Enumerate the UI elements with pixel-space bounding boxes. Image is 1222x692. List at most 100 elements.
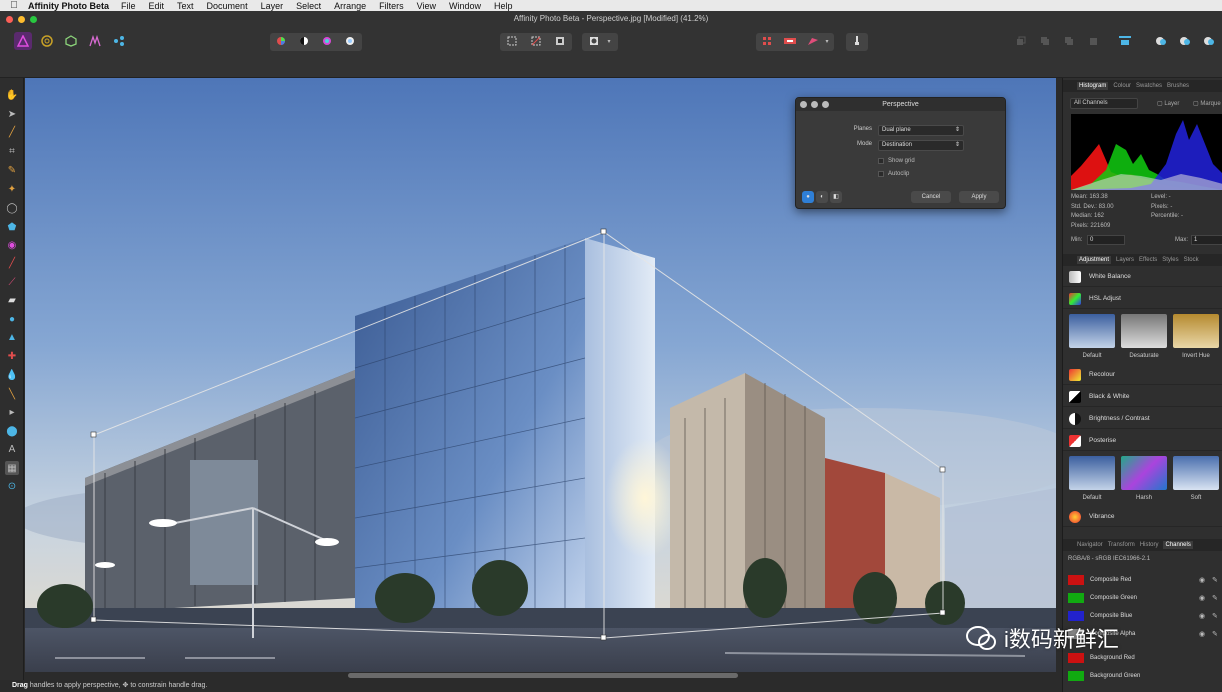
channel-composite-red[interactable]: Composite Red ◉ ✎: [1063, 571, 1222, 589]
pencil-icon[interactable]: ✎: [1212, 612, 1218, 620]
add-icon[interactable]: [1152, 32, 1170, 50]
arrange-front-icon[interactable]: [1084, 32, 1102, 50]
dialog-close-button[interactable]: [800, 101, 807, 108]
quick-mask-icon[interactable]: [585, 32, 603, 50]
adjustment-vibrance[interactable]: Vibrance: [1063, 507, 1222, 527]
max-field[interactable]: 1: [1191, 235, 1222, 245]
cancel-button[interactable]: Cancel: [911, 191, 951, 203]
text-tool-icon[interactable]: A: [5, 442, 19, 456]
photo-persona-icon[interactable]: [14, 32, 32, 50]
arrange-forward-icon[interactable]: [1060, 32, 1078, 50]
move-tool-icon[interactable]: ➤: [5, 107, 19, 121]
tab-styles[interactable]: Styles: [1162, 257, 1178, 263]
menu-text[interactable]: Text: [177, 1, 194, 11]
tab-swatches[interactable]: Swatches: [1136, 83, 1162, 89]
tab-layers[interactable]: Layers: [1116, 257, 1134, 263]
liquify-persona-icon[interactable]: [38, 32, 56, 50]
min-field[interactable]: 0: [1087, 235, 1125, 245]
pencil-icon[interactable]: ✎: [1212, 630, 1218, 638]
auto-colours-icon[interactable]: [318, 32, 336, 50]
tab-stock[interactable]: Stock: [1184, 257, 1199, 263]
planes-dropdown[interactable]: Dual plane ⇕: [878, 125, 964, 136]
develop-persona-icon[interactable]: [62, 32, 80, 50]
apply-button[interactable]: Apply: [959, 191, 999, 203]
eye-icon[interactable]: ◉: [1199, 612, 1205, 620]
deselect-icon[interactable]: [527, 32, 545, 50]
erase-brush-icon[interactable]: ▰: [5, 293, 19, 307]
pencil-icon[interactable]: ✎: [1212, 576, 1218, 584]
blur-brush-icon[interactable]: 💧: [5, 368, 19, 382]
hand-tool-icon[interactable]: ✋: [5, 88, 19, 102]
flood-select-icon[interactable]: ✦: [5, 182, 19, 196]
layer-checkbox[interactable]: ▢ Layer: [1157, 100, 1179, 107]
autoclip-checkbox[interactable]: Autoclip: [878, 171, 909, 177]
menu-edit[interactable]: Edit: [149, 1, 165, 11]
hsl-preset-invert-hue[interactable]: [1173, 314, 1219, 348]
inpaint-brush-icon[interactable]: [848, 32, 866, 50]
auto-contrast-icon[interactable]: [295, 32, 313, 50]
show-grid-checkbox[interactable]: Show grid: [878, 158, 915, 164]
adjustment-recolour[interactable]: Recolour: [1063, 365, 1222, 385]
shape-tool-icon[interactable]: ⬤: [5, 424, 19, 438]
horizontal-scrollbar[interactable]: [348, 673, 738, 678]
perspective-tool-icon[interactable]: ▦: [5, 461, 19, 475]
menu-arrange[interactable]: Arrange: [334, 1, 366, 11]
menu-help[interactable]: Help: [494, 1, 513, 11]
dialog-minimize-button[interactable]: [811, 101, 818, 108]
app-name-menu[interactable]: Affinity Photo Beta: [28, 1, 109, 11]
align-icon[interactable]: [1116, 32, 1134, 50]
force-pixel-icon[interactable]: [781, 32, 799, 50]
menu-view[interactable]: View: [417, 1, 436, 11]
paint-brush-icon[interactable]: ╱: [5, 256, 19, 270]
plane-mirror-icon[interactable]: ◐: [816, 191, 828, 203]
dialog-zoom-button[interactable]: [822, 101, 829, 108]
export-persona-icon[interactable]: [110, 32, 128, 50]
menu-select[interactable]: Select: [296, 1, 321, 11]
subtract-icon[interactable]: [1176, 32, 1194, 50]
tab-channels[interactable]: Channels: [1163, 541, 1193, 549]
smudge-brush-icon[interactable]: ╲: [5, 387, 19, 401]
selection-brush-icon[interactable]: ✎: [5, 163, 19, 177]
tab-histogram[interactable]: Histogram: [1077, 82, 1109, 90]
tab-brushes[interactable]: Brushes: [1167, 83, 1189, 89]
zoom-tool-icon[interactable]: ⊙: [5, 479, 19, 493]
adjustment-white-balance[interactable]: White Balance: [1063, 267, 1222, 287]
clone-tool-icon[interactable]: ▲: [5, 330, 19, 344]
checkbox-box[interactable]: [878, 171, 884, 177]
eye-icon[interactable]: ◉: [1199, 594, 1205, 602]
tab-history[interactable]: History: [1140, 542, 1159, 548]
invert-selection-icon[interactable]: [551, 32, 569, 50]
hsl-preset-desaturate[interactable]: [1121, 314, 1167, 348]
apple-icon[interactable]: : [0, 0, 28, 11]
pencil-icon[interactable]: ✎: [1212, 594, 1218, 602]
pen-tool-icon[interactable]: ▸: [5, 405, 19, 419]
adjustment-hsl[interactable]: HSL Adjust: [1063, 289, 1222, 309]
plane-reset-icon[interactable]: ◧: [830, 191, 842, 203]
tab-colour[interactable]: Colour: [1113, 83, 1131, 89]
adjustment-posterise[interactable]: Posterise: [1063, 431, 1222, 451]
auto-levels-icon[interactable]: [272, 32, 290, 50]
select-all-icon[interactable]: [503, 32, 521, 50]
marquee-tool-icon[interactable]: ◯: [5, 201, 19, 215]
chevron-down-icon[interactable]: ▾: [822, 32, 832, 50]
mode-dropdown[interactable]: Destination ⇕: [878, 140, 964, 151]
auto-white-balance-icon[interactable]: [341, 32, 359, 50]
checkbox-box[interactable]: [878, 158, 884, 164]
hsl-preset-default[interactable]: [1069, 314, 1115, 348]
menu-file[interactable]: File: [121, 1, 136, 11]
eye-icon[interactable]: ◉: [1199, 576, 1205, 584]
eye-icon[interactable]: ◉: [1199, 630, 1205, 638]
assistant-icon[interactable]: [804, 32, 822, 50]
plane-source-icon[interactable]: ●: [802, 191, 814, 203]
dodge-tool-icon[interactable]: ●: [5, 312, 19, 326]
menu-window[interactable]: Window: [449, 1, 481, 11]
tone-mapping-persona-icon[interactable]: [86, 32, 104, 50]
adjustment-brightness-contrast[interactable]: Brightness / Contrast: [1063, 409, 1222, 429]
crop-tool-icon[interactable]: ⌗: [5, 144, 19, 158]
tab-navigator[interactable]: Navigator: [1077, 542, 1103, 548]
flood-fill-icon[interactable]: ⬟: [5, 220, 19, 234]
adjustment-black-white[interactable]: Black & White: [1063, 387, 1222, 407]
channel-dropdown[interactable]: All Channels: [1070, 98, 1138, 109]
intersect-icon[interactable]: [1200, 32, 1218, 50]
snapping-icon[interactable]: [758, 32, 776, 50]
